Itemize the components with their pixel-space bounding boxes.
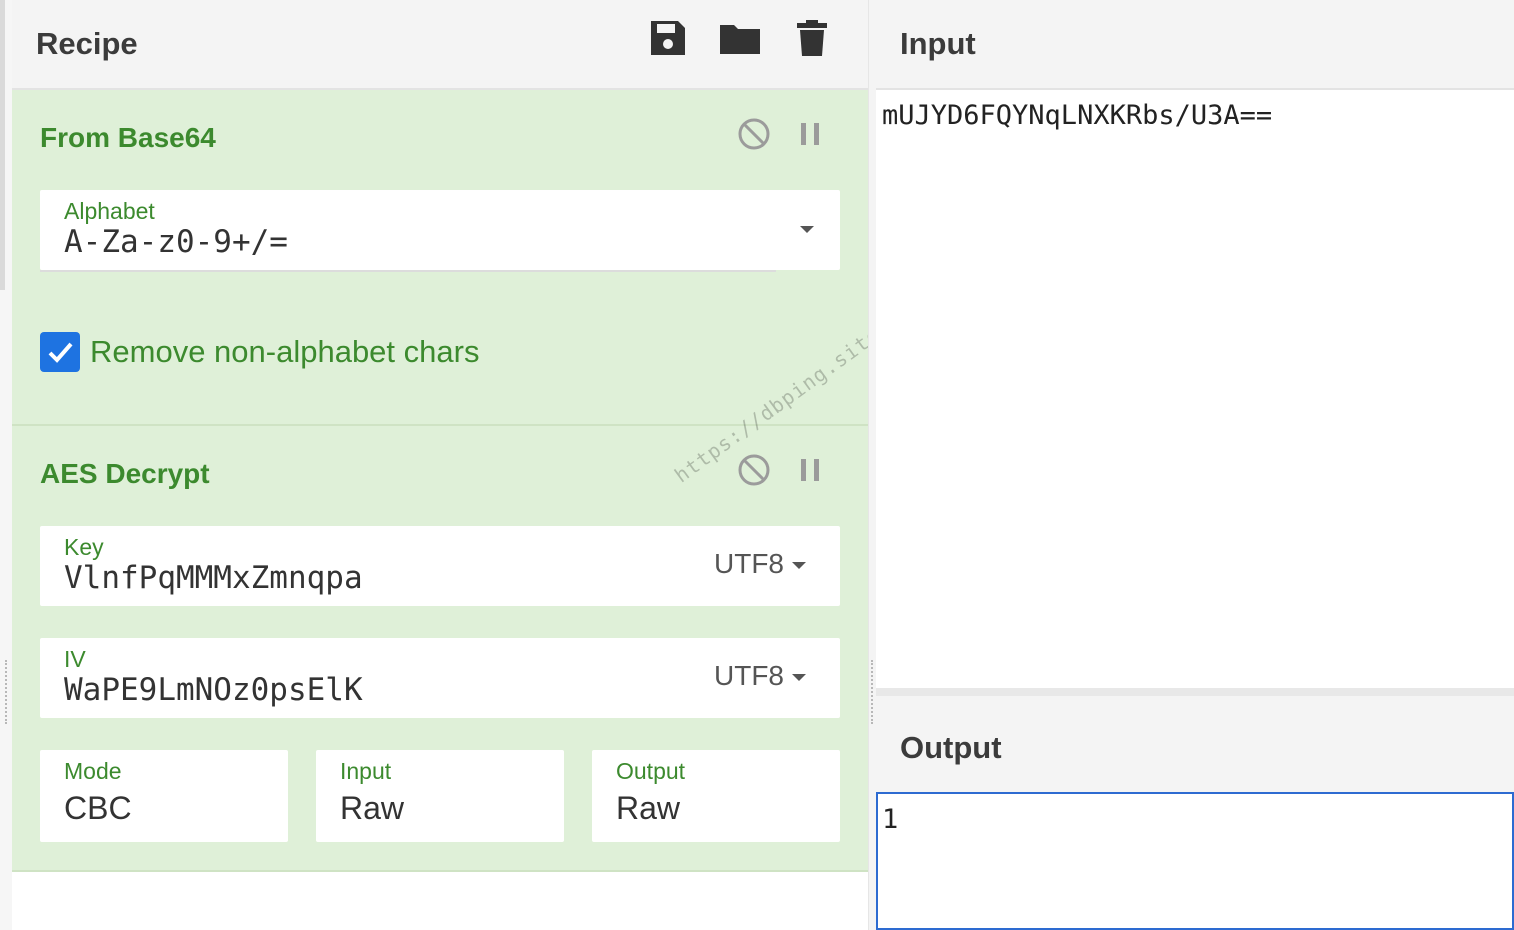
output-textarea[interactable]: 1 [876, 792, 1514, 930]
operation-aes-decrypt: AES Decrypt Key VlnfPqMMMxZmnqpa UTF8 IV… [12, 426, 868, 872]
trash-icon[interactable] [794, 18, 834, 58]
mode-select[interactable]: Mode CBC [40, 750, 288, 842]
checkbox-label: Remove non-alphabet chars [90, 334, 480, 369]
recipe-panel: Recipe From Base64 Alphabet A-Za-z0-9+/=… [12, 0, 868, 930]
recipe-title: Recipe [36, 26, 138, 61]
field-label: Alphabet [64, 198, 155, 224]
alphabet-field[interactable]: Alphabet A-Za-z0-9+/= [40, 190, 840, 272]
disable-operation-icon[interactable] [736, 452, 772, 488]
input-textarea[interactable]: mUJYD6FQYNqLNXKRbs/U3A== [876, 90, 1514, 688]
iv-field[interactable]: IV WaPE9LmNOz0psElK UTF8 [40, 638, 840, 718]
encoding-label: UTF8 [714, 660, 784, 691]
save-icon[interactable] [648, 18, 688, 58]
field-label: Mode [64, 758, 122, 784]
field-label: IV [64, 646, 86, 672]
io-splitter[interactable] [876, 688, 1514, 696]
resize-grip[interactable] [871, 660, 875, 724]
disable-operation-icon[interactable] [736, 116, 772, 152]
iv-encoding-select[interactable]: UTF8 [714, 660, 784, 692]
input-title: Input [900, 26, 976, 61]
folder-icon[interactable] [718, 18, 760, 58]
key-field[interactable]: Key VlnfPqMMMxZmnqpa UTF8 [40, 526, 840, 606]
field-label: Input [340, 758, 392, 784]
recipe-header: Recipe [12, 0, 868, 90]
operation-from-base64: From Base64 Alphabet A-Za-z0-9+/= Remove [12, 90, 868, 426]
breakpoint-pause-icon[interactable] [792, 452, 828, 488]
chevron-down-icon[interactable] [792, 674, 806, 681]
breakpoint-pause-icon[interactable] [792, 116, 828, 152]
output-text[interactable]: 1 [882, 804, 898, 835]
chevron-down-icon[interactable] [800, 226, 814, 233]
key-encoding-select[interactable]: UTF8 [714, 548, 784, 580]
input-format-value[interactable]: Raw [340, 790, 404, 827]
remove-non-alphabet-checkbox[interactable] [40, 332, 80, 372]
chevron-down-icon[interactable] [792, 562, 806, 569]
left-scroll-edge[interactable] [0, 0, 12, 930]
output-format-value[interactable]: Raw [616, 790, 680, 827]
output-header: Output [876, 696, 1514, 792]
field-label: Output [616, 758, 686, 784]
iv-value[interactable]: WaPE9LmNOz0psElK [64, 672, 363, 708]
resize-grip[interactable] [5, 660, 9, 724]
output-format-select[interactable]: Output Raw [592, 750, 840, 842]
output-title: Output [900, 730, 1002, 765]
operation-title: From Base64 [40, 122, 216, 153]
field-label: Key [64, 534, 104, 560]
mode-value[interactable]: CBC [64, 790, 132, 827]
operation-title: AES Decrypt [40, 458, 210, 489]
alphabet-value[interactable]: A-Za-z0-9+/= [64, 224, 288, 260]
input-header: Input [876, 0, 1514, 90]
encoding-label: UTF8 [714, 548, 784, 579]
key-value[interactable]: VlnfPqMMMxZmnqpa [64, 560, 363, 596]
field-underline [40, 270, 776, 272]
input-format-select[interactable]: Input Raw [316, 750, 564, 842]
scrollbar-thumb[interactable] [0, 0, 5, 290]
input-text[interactable]: mUJYD6FQYNqLNXKRbs/U3A== [882, 100, 1272, 131]
